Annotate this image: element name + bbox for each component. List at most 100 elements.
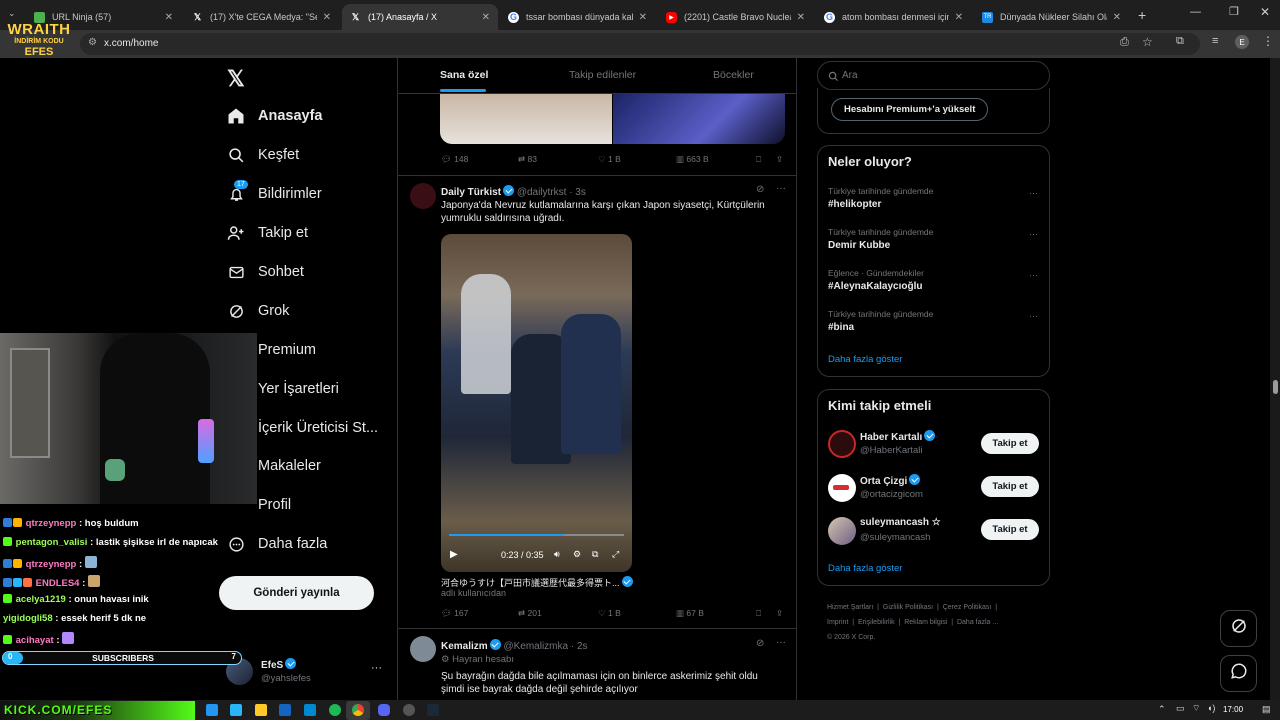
close-tab-icon[interactable]: ✕ (1113, 12, 1121, 23)
trends-show-more-link[interactable]: Daha fazla göster (828, 354, 902, 365)
volume-icon[interactable]: ◖) (1207, 703, 1215, 713)
messages-floating-button[interactable] (1220, 655, 1257, 692)
settings-gear-icon[interactable]: ⚙ (573, 549, 581, 560)
reply-button[interactable]: 💬︎ 167 (441, 608, 518, 619)
minimize-icon[interactable]: — (1190, 6, 1201, 18)
extensions-icon[interactable]: ⧉ (1176, 35, 1184, 48)
close-tab-icon[interactable]: ✕ (955, 12, 963, 23)
browser-tab-3-active[interactable]: 𝕏 (17) Anasayfa / X ✕ (342, 4, 498, 30)
who-show-more-link[interactable]: Daha fazla göster (828, 563, 902, 574)
browser-menu-icon[interactable]: ⋮ (1262, 34, 1274, 48)
footer-link[interactable]: Erişilebilirlik (858, 619, 895, 626)
more-dots-icon[interactable]: ··· (1029, 188, 1038, 198)
trend-item[interactable]: Türkiye tarihinde gündemde #helikopter ·… (828, 186, 1038, 210)
avatar[interactable] (410, 636, 436, 662)
follow-button[interactable]: Takip et (981, 476, 1039, 497)
author-name[interactable]: Kemalizm (441, 641, 488, 652)
x-logo-icon[interactable]: 𝕏 (227, 66, 245, 92)
taskbar-app-icon[interactable] (206, 704, 218, 716)
like-button[interactable]: ♡ 1 B (598, 154, 676, 165)
nav-grok[interactable]: Grok (226, 299, 289, 323)
browser-tab-5[interactable]: ▶ (2201) Castle Bravo Nuclear Tes ✕ (658, 4, 813, 30)
more-dots-icon[interactable]: ··· (776, 183, 786, 194)
avatar[interactable] (828, 517, 856, 545)
close-tab-icon[interactable]: ✕ (165, 12, 173, 23)
account-switcher[interactable]: EfeS @yahslefes ··· (226, 656, 386, 688)
bookmark-star-icon[interactable]: ☆ (1142, 35, 1153, 49)
url-text[interactable]: x.com/home (104, 38, 158, 49)
footer-link[interactable]: Daha fazla ... (957, 619, 998, 626)
more-dots-icon[interactable]: ··· (776, 637, 786, 648)
suggestion-name-row[interactable]: Orta Çizgi (860, 474, 921, 487)
close-tab-icon[interactable]: ✕ (482, 12, 490, 23)
views-button[interactable]: ▥ 663 B (676, 154, 756, 165)
grok-icon[interactable]: ⊘ (756, 638, 764, 649)
volume-icon[interactable]: 🔊︎ (554, 549, 560, 560)
avatar[interactable] (410, 183, 436, 209)
browser-tab-4[interactable]: G tssar bombası dünyada kaldı mı ✕ (500, 4, 655, 30)
steam-icon[interactable] (427, 704, 439, 716)
tab-following[interactable]: Takip edilenler (569, 69, 636, 81)
video-player[interactable]: ▶ 0:23 / 0:35 🔊︎ ⚙ ⧉ ⤢ (441, 234, 632, 572)
suggestion-name-row[interactable]: Haber Kartalı (860, 430, 936, 443)
page-scrollbar[interactable] (1270, 58, 1280, 700)
new-tab-icon[interactable]: + (1138, 7, 1146, 23)
nav-notifications[interactable]: 17 Bildirimler (226, 180, 322, 206)
post-image[interactable] (440, 94, 612, 144)
nav-follow[interactable]: Takip et (226, 221, 308, 245)
views-button[interactable]: ▥ 67 B (676, 608, 756, 619)
more-dots-icon[interactable]: ··· (1029, 229, 1038, 239)
network-icon[interactable]: ▭ (1176, 703, 1185, 714)
more-dots-icon[interactable]: ··· (1029, 270, 1038, 280)
scrollbar-thumb[interactable] (1273, 380, 1278, 394)
repost-button[interactable]: ⇄ 201 (518, 608, 598, 619)
clock[interactable]: 17:00 (1223, 705, 1243, 714)
author-name[interactable]: Daily Türkist (441, 187, 501, 198)
browser-tab-2[interactable]: 𝕏 (17) X'te CEGA Medya: "Selahat ✕ (184, 4, 339, 30)
browser-tab-6[interactable]: G atom bombası denmesi için kaç ✕ (816, 4, 971, 30)
reply-button[interactable]: 💬︎ 148 (441, 154, 518, 165)
bookmark-icon[interactable]: ⎕ (756, 154, 776, 165)
author-handle[interactable]: @dailytrkst (517, 187, 567, 198)
trend-item[interactable]: Türkiye tarihinde gündemde #bina ··· (828, 309, 1038, 333)
reading-list-icon[interactable]: ≡ (1212, 35, 1218, 47)
upgrade-premium-button[interactable]: Hesabını Premium+'a yükselt (831, 98, 989, 121)
browser-tab-7[interactable]: TR Dünyada Nükleer Silahı Olan Ü ✕ (974, 4, 1129, 30)
taskbar-app-icon[interactable] (403, 704, 415, 716)
grok-floating-button[interactable] (1220, 610, 1257, 647)
footer-link[interactable]: Imprint (827, 619, 848, 626)
nav-more[interactable]: Daha fazla (226, 532, 327, 556)
like-button[interactable]: ♡ 1 B (598, 608, 676, 619)
play-icon[interactable]: ▶ (450, 549, 458, 560)
trend-item[interactable]: Türkiye tarihinde gündemde Demir Kubbe ·… (828, 227, 1038, 251)
trend-item[interactable]: Eğlence · Gündemdekiler #AleynaKalaycıoğ… (828, 268, 1038, 292)
discord-icon[interactable] (378, 704, 390, 716)
address-bar[interactable]: ⚙ x.com/home (80, 33, 1200, 55)
suggestion-name[interactable]: suleymancash ☆ (860, 517, 941, 528)
tab-bugs[interactable]: Böcekler (713, 69, 754, 81)
restore-icon[interactable]: ❐ (1229, 5, 1239, 18)
profile-avatar[interactable]: E (1235, 35, 1249, 49)
post-time[interactable]: · 2s (571, 641, 588, 652)
taskbar-app-icon[interactable] (279, 704, 291, 716)
tab-list-icon[interactable]: ⌄ (8, 8, 22, 22)
follow-button[interactable]: Takip et (981, 433, 1039, 454)
taskbar-folder-icon[interactable] (255, 704, 267, 716)
nav-home[interactable]: Anasayfa (226, 104, 322, 128)
footer-link[interactable]: Hizmet Şartları (827, 604, 873, 611)
post-time[interactable]: · 3s (569, 187, 586, 198)
notification-center-icon[interactable]: ▤ (1262, 704, 1271, 715)
more-dots-icon[interactable]: ··· (371, 662, 382, 674)
fullscreen-icon[interactable]: ⤢ (612, 549, 619, 560)
close-tab-icon[interactable]: ✕ (797, 12, 805, 23)
install-app-icon[interactable]: ⎙ (1120, 36, 1129, 49)
close-tab-icon[interactable]: ✕ (323, 12, 331, 23)
share-icon[interactable]: ⇪ (776, 608, 783, 619)
more-dots-icon[interactable]: ··· (1029, 311, 1038, 321)
search-input[interactable]: Ara (817, 61, 1050, 90)
taskbar-app-icon[interactable] (304, 704, 316, 716)
footer-link[interactable]: Çerez Politikası (943, 604, 992, 611)
close-tab-icon[interactable]: ✕ (639, 12, 647, 23)
repost-button[interactable]: ⇄ 83 (518, 154, 598, 165)
footer-link[interactable]: Gizlilik Politikası (883, 604, 933, 611)
